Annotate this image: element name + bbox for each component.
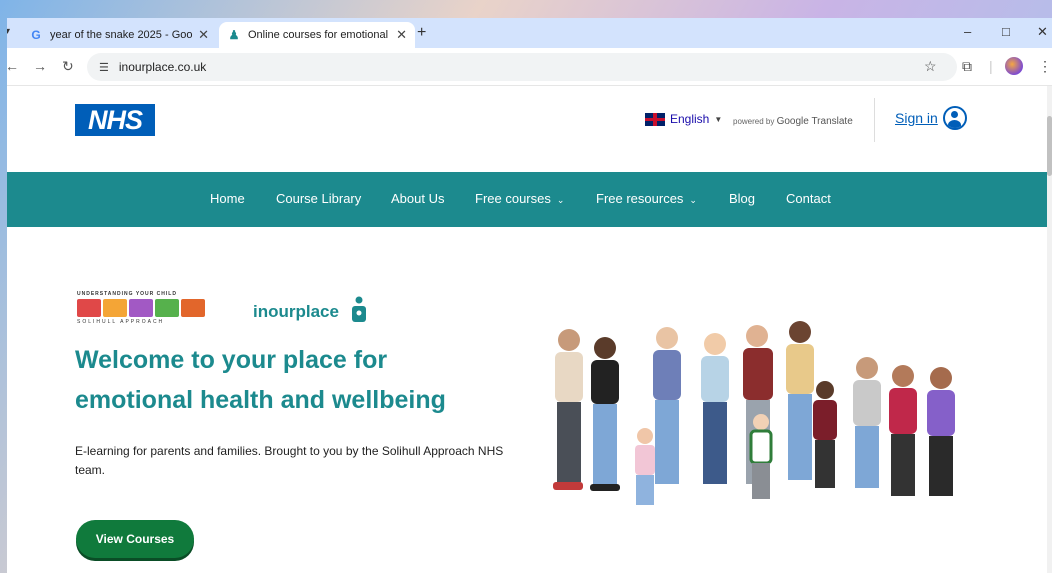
profile-avatar[interactable] bbox=[1005, 57, 1023, 75]
nav-home[interactable]: Home bbox=[210, 191, 245, 206]
close-window-icon[interactable]: ✕ bbox=[1037, 24, 1048, 40]
forward-icon[interactable]: → bbox=[33, 58, 47, 74]
user-account-icon[interactable] bbox=[943, 106, 967, 130]
tab-title: year of the snake 2025 - Googl bbox=[50, 29, 193, 41]
google-translate-brand: Google Translate bbox=[776, 116, 853, 127]
powered-by-translate: powered by Google Translate bbox=[733, 116, 853, 127]
nav-course-library[interactable]: Course Library bbox=[276, 191, 361, 206]
nav-blog[interactable]: Blog bbox=[729, 191, 755, 206]
address-bar[interactable]: ☰ inourplace.co.uk bbox=[87, 53, 957, 81]
web-page: NHS English ▼ powered by Google Translat… bbox=[7, 86, 1047, 573]
nav-free-resources[interactable]: Free resources ⌄ bbox=[596, 191, 697, 206]
inourplace-logo: inourplace bbox=[253, 302, 339, 321]
caret-down-icon: ▼ bbox=[714, 114, 723, 124]
close-tab-icon[interactable]: ✕ bbox=[198, 27, 209, 43]
browser-window: ▾ G year of the snake 2025 - Googl ✕ ♟ O… bbox=[7, 18, 1052, 573]
google-g-icon: G bbox=[31, 28, 41, 42]
hero-subtitle: E-learning for parents and families. Bro… bbox=[75, 444, 504, 477]
main-navigation: Home Course Library About Us Free course… bbox=[7, 172, 1047, 227]
family-icon bbox=[352, 296, 366, 322]
menu-kebab-icon[interactable]: ⋮ bbox=[1038, 58, 1052, 75]
close-tab-icon[interactable]: ✕ bbox=[396, 27, 407, 43]
nav-free-courses[interactable]: Free courses ⌄ bbox=[475, 191, 564, 206]
browser-toolbar: ← → ↻ ☰ inourplace.co.uk ☆ ⧉ | ⋮ bbox=[7, 48, 1052, 86]
sign-in-link[interactable]: Sign in bbox=[895, 110, 938, 126]
page-scrollbar[interactable] bbox=[1047, 86, 1052, 573]
inourplace-favicon-icon: ♟ bbox=[228, 28, 240, 42]
view-courses-button[interactable]: View Courses bbox=[76, 520, 194, 558]
back-icon[interactable]: ← bbox=[7, 58, 19, 74]
nhs-logo[interactable]: NHS bbox=[75, 104, 155, 136]
maximize-icon[interactable]: □ bbox=[1002, 24, 1010, 39]
tab-title: Online courses for emotional he bbox=[248, 29, 391, 41]
nav-about-us[interactable]: About Us bbox=[391, 191, 444, 206]
new-tab-button[interactable]: + bbox=[417, 24, 426, 42]
understanding-your-child-logo: UNDERSTANDING YOUR CHILD SOLIHULL APPROA… bbox=[77, 291, 207, 325]
extensions-icon[interactable]: ⧉ bbox=[962, 58, 972, 75]
site-info-icon[interactable]: ☰ bbox=[99, 61, 109, 74]
bookmark-star-icon[interactable]: ☆ bbox=[924, 58, 937, 75]
family-group-illustration bbox=[553, 321, 955, 505]
toolbar-divider: | bbox=[989, 58, 993, 74]
chevron-down-icon: ⌄ bbox=[689, 195, 697, 205]
hero-heading: Welcome to your place for emotional heal… bbox=[75, 346, 446, 414]
tab-inourplace[interactable]: ♟ Online courses for emotional he ✕ bbox=[219, 22, 415, 48]
header-divider bbox=[874, 98, 875, 142]
minimize-icon[interactable]: – bbox=[964, 24, 971, 39]
chevron-down-icon: ⌄ bbox=[556, 195, 565, 205]
nav-contact[interactable]: Contact bbox=[786, 191, 831, 206]
tab-google-search[interactable]: G year of the snake 2025 - Googl ✕ bbox=[21, 22, 217, 48]
language-selector[interactable]: English ▼ bbox=[645, 112, 722, 126]
reload-icon[interactable]: ↻ bbox=[62, 58, 74, 75]
tab-search-icon[interactable]: ▾ bbox=[7, 26, 10, 37]
scrollbar-thumb[interactable] bbox=[1047, 116, 1052, 176]
language-label: English bbox=[670, 112, 710, 126]
tab-strip: ▾ G year of the snake 2025 - Googl ✕ ♟ O… bbox=[7, 18, 1052, 48]
url-text: inourplace.co.uk bbox=[118, 60, 207, 74]
uk-flag-icon bbox=[645, 112, 665, 126]
